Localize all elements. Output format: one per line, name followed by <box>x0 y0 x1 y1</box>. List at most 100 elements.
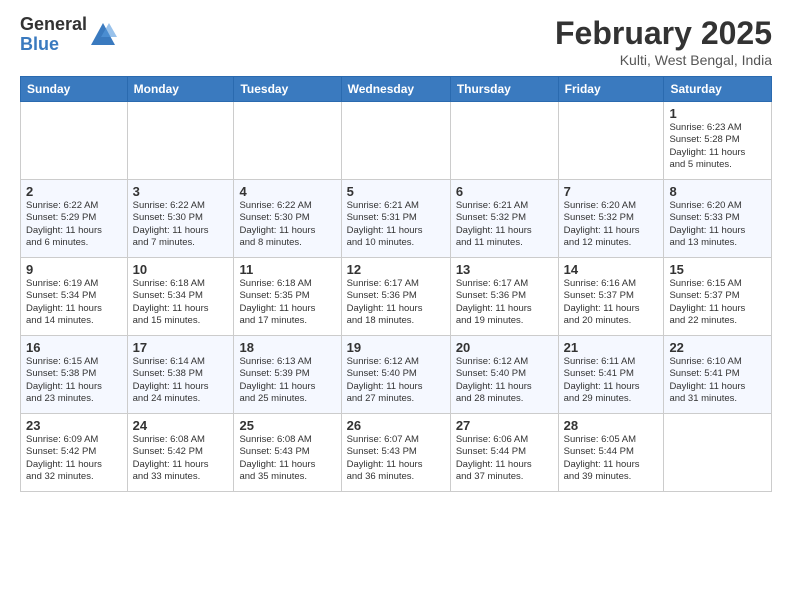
table-row: 27Sunrise: 6:06 AM Sunset: 5:44 PM Dayli… <box>450 414 558 492</box>
day-info: Sunrise: 6:22 AM Sunset: 5:29 PM Dayligh… <box>26 200 122 249</box>
day-number: 2 <box>26 184 122 199</box>
logo-general: General <box>20 15 87 35</box>
day-number: 6 <box>456 184 553 199</box>
table-row: 12Sunrise: 6:17 AM Sunset: 5:36 PM Dayli… <box>341 258 450 336</box>
table-row <box>21 102 128 180</box>
title-section: February 2025 Kulti, West Bengal, India <box>555 15 772 68</box>
col-tuesday: Tuesday <box>234 77 341 102</box>
day-info: Sunrise: 6:08 AM Sunset: 5:43 PM Dayligh… <box>239 434 335 483</box>
day-number: 3 <box>133 184 229 199</box>
day-info: Sunrise: 6:22 AM Sunset: 5:30 PM Dayligh… <box>133 200 229 249</box>
day-info: Sunrise: 6:20 AM Sunset: 5:33 PM Dayligh… <box>669 200 766 249</box>
table-row: 18Sunrise: 6:13 AM Sunset: 5:39 PM Dayli… <box>234 336 341 414</box>
month-title: February 2025 <box>555 15 772 52</box>
day-info: Sunrise: 6:12 AM Sunset: 5:40 PM Dayligh… <box>456 356 553 405</box>
table-row: 16Sunrise: 6:15 AM Sunset: 5:38 PM Dayli… <box>21 336 128 414</box>
week-row-4: 23Sunrise: 6:09 AM Sunset: 5:42 PM Dayli… <box>21 414 772 492</box>
week-row-3: 16Sunrise: 6:15 AM Sunset: 5:38 PM Dayli… <box>21 336 772 414</box>
table-row: 9Sunrise: 6:19 AM Sunset: 5:34 PM Daylig… <box>21 258 128 336</box>
week-row-1: 2Sunrise: 6:22 AM Sunset: 5:29 PM Daylig… <box>21 180 772 258</box>
day-info: Sunrise: 6:23 AM Sunset: 5:28 PM Dayligh… <box>669 122 766 171</box>
col-monday: Monday <box>127 77 234 102</box>
table-row: 14Sunrise: 6:16 AM Sunset: 5:37 PM Dayli… <box>558 258 664 336</box>
day-number: 1 <box>669 106 766 121</box>
table-row <box>450 102 558 180</box>
col-saturday: Saturday <box>664 77 772 102</box>
table-row: 1Sunrise: 6:23 AM Sunset: 5:28 PM Daylig… <box>664 102 772 180</box>
day-number: 24 <box>133 418 229 433</box>
table-row: 25Sunrise: 6:08 AM Sunset: 5:43 PM Dayli… <box>234 414 341 492</box>
calendar-page: General Blue February 2025 Kulti, West B… <box>0 0 792 612</box>
table-row: 2Sunrise: 6:22 AM Sunset: 5:29 PM Daylig… <box>21 180 128 258</box>
col-wednesday: Wednesday <box>341 77 450 102</box>
table-row: 10Sunrise: 6:18 AM Sunset: 5:34 PM Dayli… <box>127 258 234 336</box>
table-row: 23Sunrise: 6:09 AM Sunset: 5:42 PM Dayli… <box>21 414 128 492</box>
col-friday: Friday <box>558 77 664 102</box>
day-number: 10 <box>133 262 229 277</box>
day-number: 23 <box>26 418 122 433</box>
day-number: 17 <box>133 340 229 355</box>
day-info: Sunrise: 6:05 AM Sunset: 5:44 PM Dayligh… <box>564 434 659 483</box>
day-info: Sunrise: 6:17 AM Sunset: 5:36 PM Dayligh… <box>456 278 553 327</box>
table-row: 22Sunrise: 6:10 AM Sunset: 5:41 PM Dayli… <box>664 336 772 414</box>
day-number: 12 <box>347 262 445 277</box>
day-info: Sunrise: 6:07 AM Sunset: 5:43 PM Dayligh… <box>347 434 445 483</box>
day-info: Sunrise: 6:15 AM Sunset: 5:37 PM Dayligh… <box>669 278 766 327</box>
day-number: 9 <box>26 262 122 277</box>
day-number: 27 <box>456 418 553 433</box>
table-row: 28Sunrise: 6:05 AM Sunset: 5:44 PM Dayli… <box>558 414 664 492</box>
day-number: 18 <box>239 340 335 355</box>
day-number: 15 <box>669 262 766 277</box>
day-number: 5 <box>347 184 445 199</box>
day-number: 19 <box>347 340 445 355</box>
table-row <box>127 102 234 180</box>
day-info: Sunrise: 6:09 AM Sunset: 5:42 PM Dayligh… <box>26 434 122 483</box>
table-row: 17Sunrise: 6:14 AM Sunset: 5:38 PM Dayli… <box>127 336 234 414</box>
day-info: Sunrise: 6:15 AM Sunset: 5:38 PM Dayligh… <box>26 356 122 405</box>
col-sunday: Sunday <box>21 77 128 102</box>
table-row <box>341 102 450 180</box>
header-row: Sunday Monday Tuesday Wednesday Thursday… <box>21 77 772 102</box>
table-row <box>664 414 772 492</box>
day-number: 21 <box>564 340 659 355</box>
table-row <box>558 102 664 180</box>
table-row: 26Sunrise: 6:07 AM Sunset: 5:43 PM Dayli… <box>341 414 450 492</box>
day-number: 20 <box>456 340 553 355</box>
table-row: 3Sunrise: 6:22 AM Sunset: 5:30 PM Daylig… <box>127 180 234 258</box>
table-row: 5Sunrise: 6:21 AM Sunset: 5:31 PM Daylig… <box>341 180 450 258</box>
day-number: 13 <box>456 262 553 277</box>
logo-icon <box>89 21 117 49</box>
day-info: Sunrise: 6:16 AM Sunset: 5:37 PM Dayligh… <box>564 278 659 327</box>
day-info: Sunrise: 6:21 AM Sunset: 5:31 PM Dayligh… <box>347 200 445 249</box>
day-number: 16 <box>26 340 122 355</box>
day-info: Sunrise: 6:17 AM Sunset: 5:36 PM Dayligh… <box>347 278 445 327</box>
day-info: Sunrise: 6:19 AM Sunset: 5:34 PM Dayligh… <box>26 278 122 327</box>
table-row: 8Sunrise: 6:20 AM Sunset: 5:33 PM Daylig… <box>664 180 772 258</box>
table-row: 11Sunrise: 6:18 AM Sunset: 5:35 PM Dayli… <box>234 258 341 336</box>
day-info: Sunrise: 6:14 AM Sunset: 5:38 PM Dayligh… <box>133 356 229 405</box>
day-info: Sunrise: 6:12 AM Sunset: 5:40 PM Dayligh… <box>347 356 445 405</box>
table-row: 6Sunrise: 6:21 AM Sunset: 5:32 PM Daylig… <box>450 180 558 258</box>
logo-blue: Blue <box>20 35 87 55</box>
logo: General Blue <box>20 15 117 55</box>
table-row: 7Sunrise: 6:20 AM Sunset: 5:32 PM Daylig… <box>558 180 664 258</box>
week-row-0: 1Sunrise: 6:23 AM Sunset: 5:28 PM Daylig… <box>21 102 772 180</box>
day-info: Sunrise: 6:10 AM Sunset: 5:41 PM Dayligh… <box>669 356 766 405</box>
day-number: 22 <box>669 340 766 355</box>
table-row: 21Sunrise: 6:11 AM Sunset: 5:41 PM Dayli… <box>558 336 664 414</box>
table-row: 20Sunrise: 6:12 AM Sunset: 5:40 PM Dayli… <box>450 336 558 414</box>
table-row: 15Sunrise: 6:15 AM Sunset: 5:37 PM Dayli… <box>664 258 772 336</box>
table-row <box>234 102 341 180</box>
day-number: 7 <box>564 184 659 199</box>
week-row-2: 9Sunrise: 6:19 AM Sunset: 5:34 PM Daylig… <box>21 258 772 336</box>
table-row: 24Sunrise: 6:08 AM Sunset: 5:42 PM Dayli… <box>127 414 234 492</box>
location: Kulti, West Bengal, India <box>555 52 772 68</box>
day-info: Sunrise: 6:18 AM Sunset: 5:34 PM Dayligh… <box>133 278 229 327</box>
day-number: 26 <box>347 418 445 433</box>
col-thursday: Thursday <box>450 77 558 102</box>
day-number: 25 <box>239 418 335 433</box>
table-row: 4Sunrise: 6:22 AM Sunset: 5:30 PM Daylig… <box>234 180 341 258</box>
day-number: 4 <box>239 184 335 199</box>
day-info: Sunrise: 6:06 AM Sunset: 5:44 PM Dayligh… <box>456 434 553 483</box>
logo-text: General Blue <box>20 15 87 55</box>
